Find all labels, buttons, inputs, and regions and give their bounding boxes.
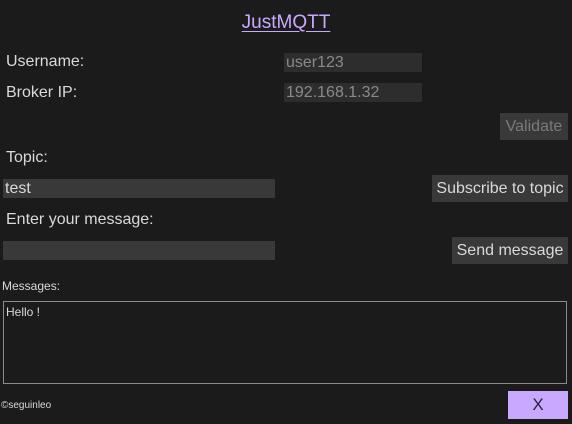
validate-button[interactable]: Validate (500, 113, 568, 140)
message-label: Enter your message: (6, 211, 154, 228)
broker-ip-label: Broker IP: (6, 84, 78, 101)
send-message-button[interactable]: Send message (452, 237, 568, 264)
broker-ip-field[interactable] (284, 83, 422, 102)
credit-text: ©seguinleo (1, 400, 52, 411)
subscribe-button[interactable]: Subscribe to topic (432, 175, 568, 202)
close-button[interactable]: X (508, 391, 568, 419)
messages-log[interactable]: Hello ! (3, 301, 567, 384)
topic-input[interactable] (3, 179, 275, 198)
messages-label: Messages: (2, 279, 61, 293)
app-title[interactable]: JustMQTT (0, 12, 572, 34)
username-label: Username: (6, 53, 85, 70)
topic-label: Topic: (6, 149, 48, 166)
username-field[interactable] (284, 53, 422, 72)
message-input[interactable] (3, 241, 275, 260)
